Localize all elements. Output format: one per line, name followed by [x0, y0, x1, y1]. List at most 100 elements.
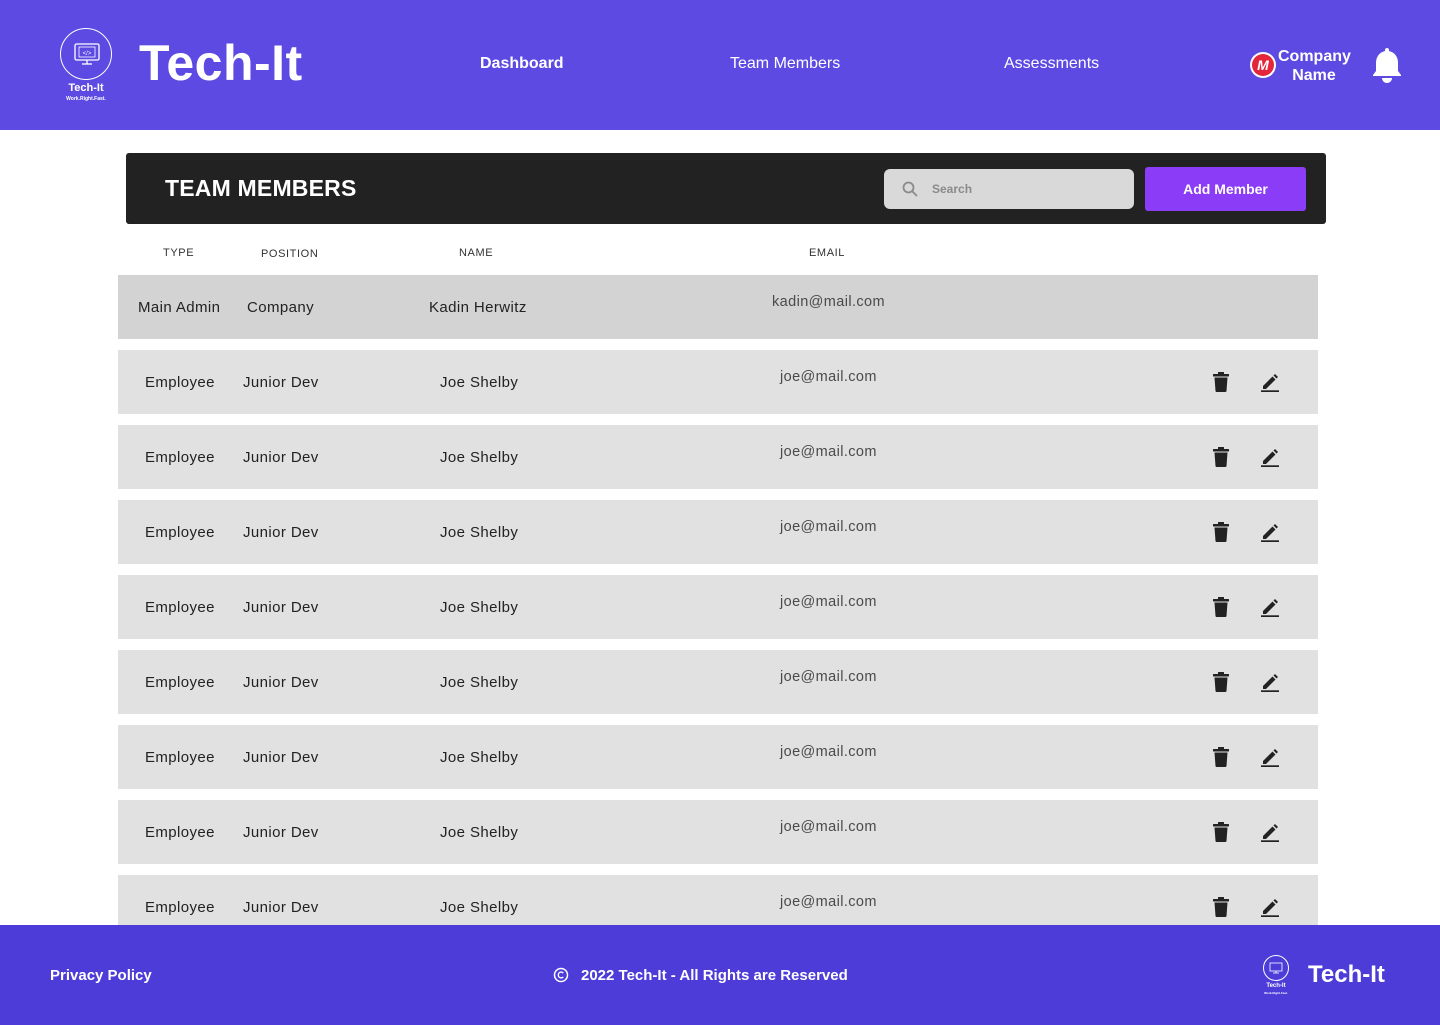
cell-position: Junior Dev — [243, 524, 319, 541]
search-input[interactable] — [932, 169, 1122, 209]
edit-member-button[interactable] — [1259, 447, 1281, 469]
cell-type: Employee — [145, 524, 215, 541]
top-header: </> Tech-It Work.Right.Fast. Tech-It Das… — [0, 0, 1440, 130]
cell-name: Joe Shelby — [440, 524, 519, 541]
search-box[interactable] — [884, 169, 1134, 209]
logo-tagline: Work.Right.Fast. — [66, 96, 106, 102]
delete-member-button[interactable] — [1210, 747, 1232, 769]
delete-member-button[interactable] — [1210, 447, 1232, 469]
trash-icon — [1212, 672, 1230, 695]
cell-name: Joe Shelby — [440, 824, 519, 841]
page-title: TEAM MEMBERS — [165, 175, 357, 201]
column-header-email: EMAIL — [809, 247, 846, 259]
delete-member-button[interactable] — [1210, 522, 1232, 544]
trash-icon — [1212, 522, 1230, 545]
footer-logo-tagline: Work.Right.Fast. — [1264, 991, 1288, 995]
cell-position: Junior Dev — [243, 374, 319, 391]
brand-title: Tech-It — [139, 35, 303, 91]
table-row[interactable]: Employee Junior Dev Joe Shelby joe@mail.com — [118, 350, 1318, 414]
table-row[interactable]: Employee Junior Dev Joe Shelby joe@mail.com — [118, 575, 1318, 639]
add-member-button[interactable]: Add Member — [1145, 167, 1306, 211]
copyright-text: 2022 Tech-It - All Rights are Reserved — [581, 967, 848, 984]
cell-type: Employee — [145, 824, 215, 841]
footer-logo-name: Tech-It — [1266, 983, 1286, 989]
column-header-position: POSITION — [261, 248, 319, 260]
trash-icon — [1212, 747, 1230, 770]
privacy-policy-link[interactable]: Privacy Policy — [50, 967, 152, 984]
cell-email: joe@mail.com — [780, 594, 877, 610]
nav-assessments[interactable]: Assessments — [1004, 55, 1099, 73]
nav-dashboard[interactable]: Dashboard — [480, 55, 564, 73]
delete-member-button[interactable] — [1210, 672, 1232, 694]
edit-member-button[interactable] — [1259, 747, 1281, 769]
pencil-icon — [1260, 674, 1280, 695]
edit-member-button[interactable] — [1259, 897, 1281, 919]
footer-logo-monitor-icon — [1263, 955, 1289, 981]
copyright-icon — [553, 967, 569, 983]
cell-position: Junior Dev — [243, 749, 319, 766]
company-name[interactable]: Company Name — [1278, 47, 1351, 85]
trash-icon — [1212, 372, 1230, 395]
cell-email: joe@mail.com — [780, 369, 877, 385]
cell-name: Joe Shelby — [440, 374, 519, 391]
cell-type: Employee — [145, 449, 215, 466]
footer: Privacy Policy 2022 Tech-It - All Rights… — [0, 925, 1440, 1025]
edit-member-button[interactable] — [1259, 822, 1281, 844]
cell-position: Junior Dev — [243, 674, 319, 691]
table-row[interactable]: Employee Junior Dev Joe Shelby joe@mail.com — [118, 500, 1318, 564]
trash-icon — [1212, 822, 1230, 845]
cell-name: Joe Shelby — [440, 749, 519, 766]
cell-name: Joe Shelby — [440, 449, 519, 466]
cell-email: joe@mail.com — [780, 894, 877, 910]
cell-name: Joe Shelby — [440, 599, 519, 616]
company-logo-icon: M — [1250, 52, 1276, 78]
cell-email: joe@mail.com — [780, 744, 877, 760]
table-row[interactable]: Employee Junior Dev Joe Shelby joe@mail.com — [118, 725, 1318, 789]
cell-email: joe@mail.com — [780, 519, 877, 535]
table-row[interactable]: Employee Junior Dev Joe Shelby joe@mail.com — [118, 650, 1318, 714]
team-members-titlebar: TEAM MEMBERS Add Member — [126, 153, 1326, 224]
pencil-icon — [1260, 899, 1280, 920]
logo-monitor-icon: </> — [60, 28, 112, 80]
cell-position: Junior Dev — [243, 899, 319, 916]
delete-member-button[interactable] — [1210, 822, 1232, 844]
delete-member-button[interactable] — [1210, 897, 1232, 919]
table-row[interactable]: Employee Junior Dev Joe Shelby joe@mail.com — [118, 425, 1318, 489]
cell-type: Employee — [145, 374, 215, 391]
pencil-icon — [1260, 449, 1280, 470]
nav-team-members[interactable]: Team Members — [730, 55, 840, 73]
cell-position: Junior Dev — [243, 449, 319, 466]
table-row[interactable]: Main Admin Company Kadin Herwitz kadin@mail… — [118, 275, 1318, 339]
cell-position: Junior Dev — [243, 824, 319, 841]
pencil-icon — [1260, 374, 1280, 395]
delete-member-button[interactable] — [1210, 597, 1232, 619]
company-logo-letter: M — [1252, 54, 1274, 76]
bell-icon[interactable] — [1370, 46, 1404, 89]
cell-email: joe@mail.com — [780, 819, 877, 835]
trash-icon — [1212, 897, 1230, 920]
cell-type: Employee — [145, 599, 215, 616]
cell-email: joe@mail.com — [780, 444, 877, 460]
edit-member-button[interactable] — [1259, 372, 1281, 394]
edit-member-button[interactable] — [1259, 597, 1281, 619]
footer-brand: Tech-It — [1308, 961, 1385, 988]
pencil-icon — [1260, 524, 1280, 545]
trash-icon — [1212, 597, 1230, 620]
edit-member-button[interactable] — [1259, 672, 1281, 694]
cell-email: kadin@mail.com — [772, 294, 885, 310]
column-header-type: TYPE — [163, 247, 195, 259]
cell-name: Kadin Herwitz — [429, 299, 527, 316]
trash-icon — [1212, 447, 1230, 470]
footer-logo[interactable]: Tech-It Work.Right.Fast. — [1260, 955, 1292, 995]
cell-email: joe@mail.com — [780, 669, 877, 685]
logo[interactable]: </> Tech-It Work.Right.Fast. — [54, 26, 118, 106]
cell-type: Main Admin — [138, 299, 221, 316]
logo-name: Tech-It — [68, 82, 104, 94]
delete-member-button[interactable] — [1210, 372, 1232, 394]
column-header-name: NAME — [459, 247, 494, 259]
cell-name: Joe Shelby — [440, 674, 519, 691]
table-row[interactable]: Employee Junior Dev Joe Shelby joe@mail.com — [118, 800, 1318, 864]
cell-name: Joe Shelby — [440, 899, 519, 916]
search-icon — [902, 181, 918, 197]
edit-member-button[interactable] — [1259, 522, 1281, 544]
